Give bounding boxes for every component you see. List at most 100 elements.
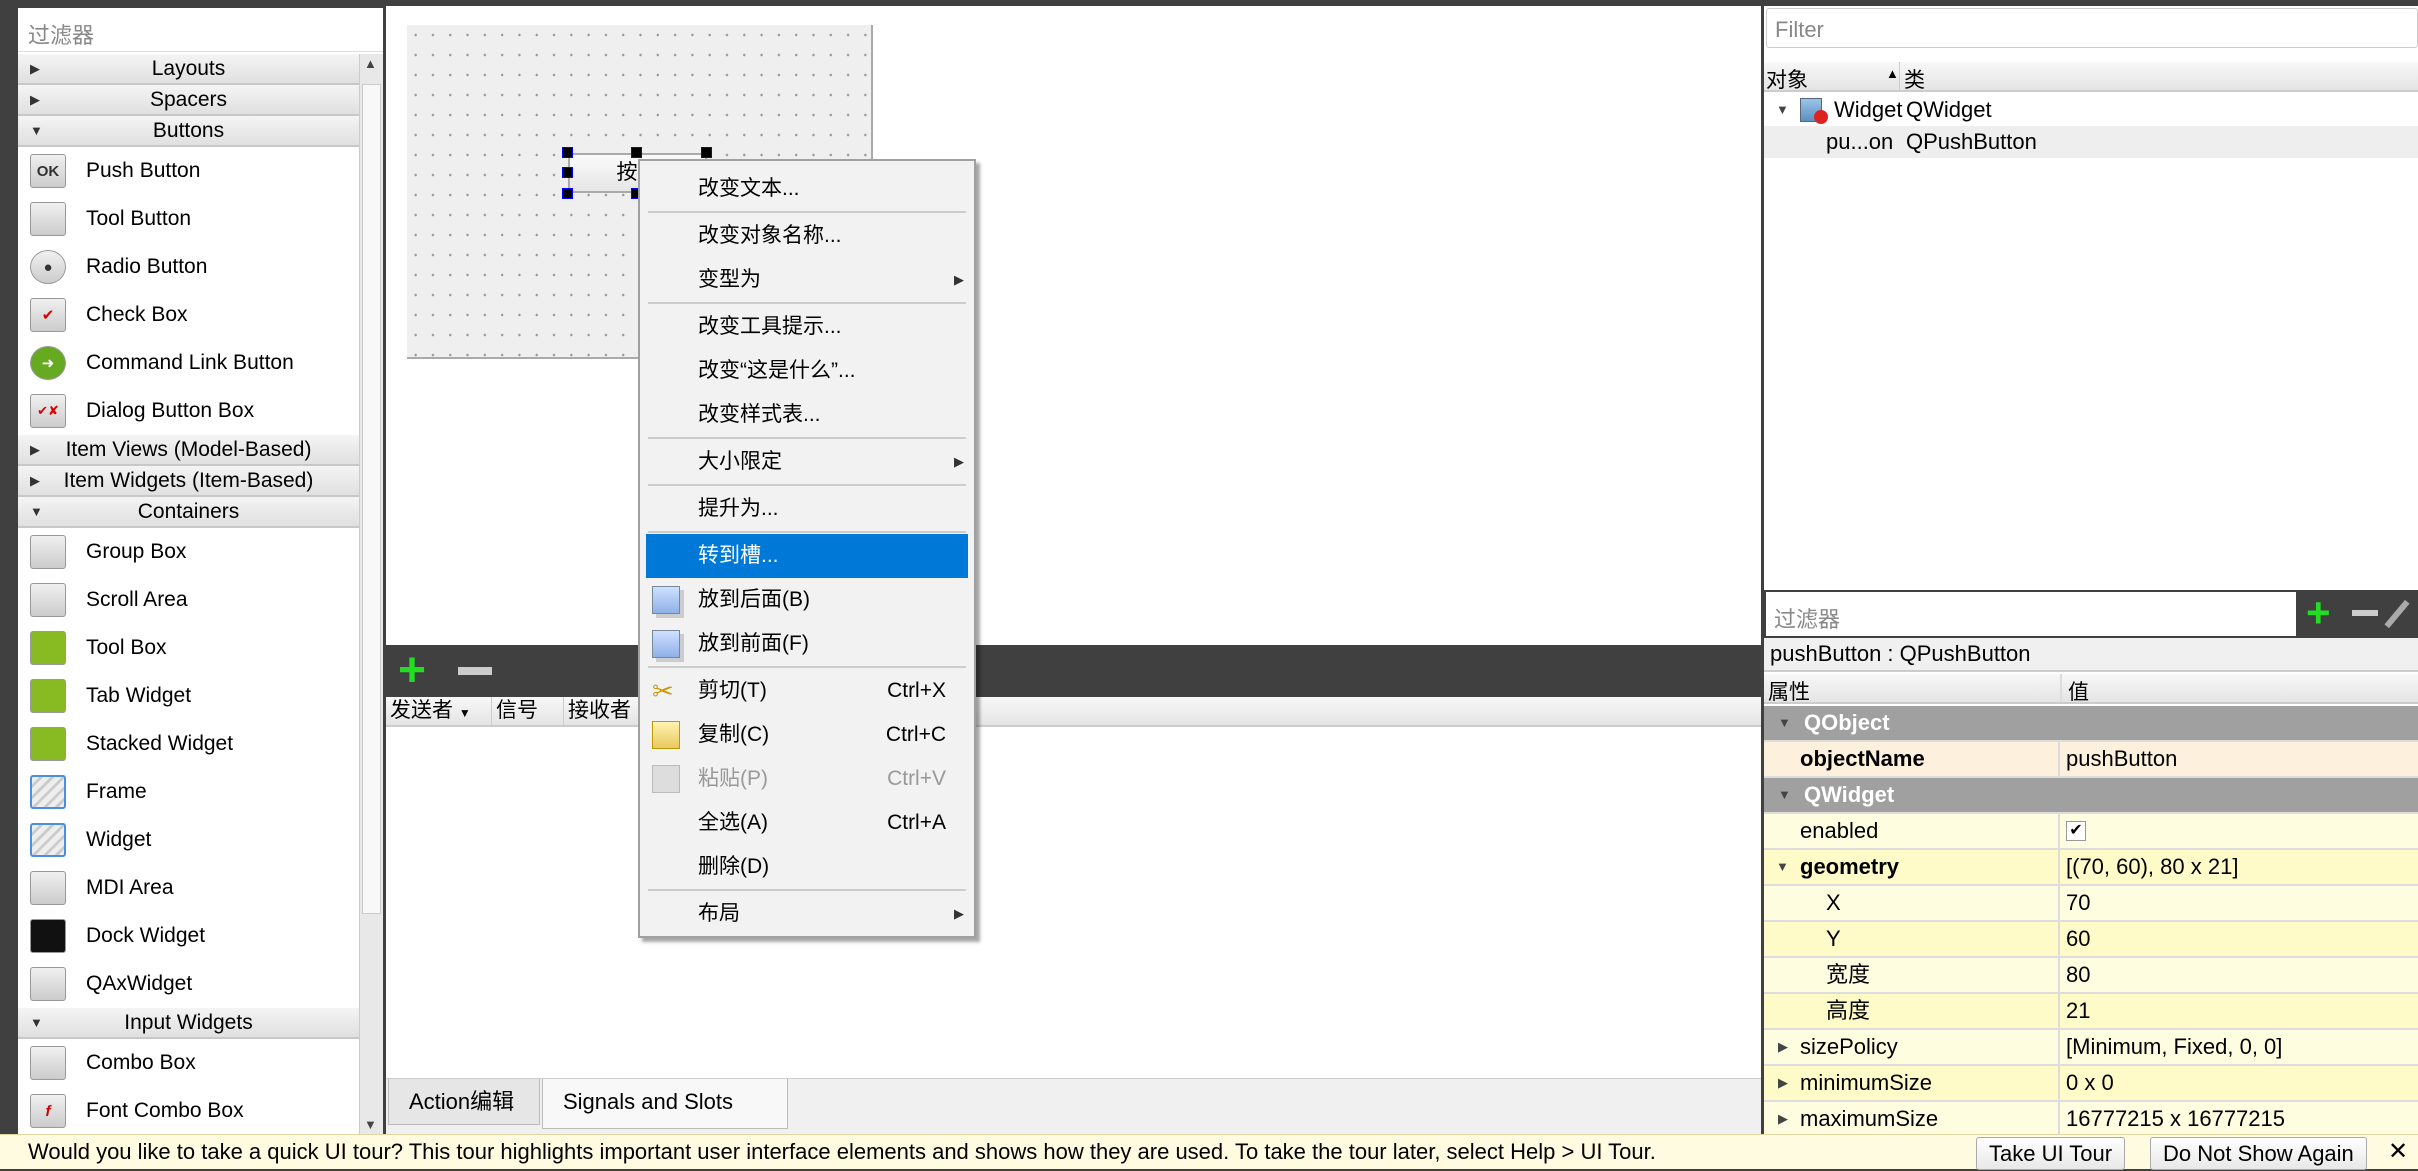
scrollbar-thumb[interactable] [362,84,381,914]
property-filter-input[interactable]: 过滤器 [1766,592,2296,636]
expand-arrow-icon[interactable]: ▶ [1778,1066,1788,1100]
widget-item[interactable]: MDI Area [18,864,359,912]
column-property[interactable]: 属性 [1768,676,1810,706]
category-input-widgets[interactable]: ▼ Input Widgets [18,1008,359,1039]
menu-item[interactable]: 放到前面(F) [646,622,968,666]
take-ui-tour-button[interactable]: Take UI Tour [1976,1137,2126,1170]
resize-handle[interactable] [562,188,573,199]
property-group[interactable]: ▼ QWidget [1764,778,2418,814]
menu-item[interactable]: 改变对象名称... [646,214,968,258]
menu-item[interactable]: 大小限定 ▶ [646,440,968,484]
widget-item[interactable]: OK Push Button [18,147,359,195]
widget-item[interactable]: Stacked Widget [18,720,359,768]
widget-item[interactable]: ● Radio Button [18,243,359,291]
category-item-views-model-based-[interactable]: ▶ Item Views (Model-Based) [18,435,359,466]
property-value[interactable]: pushButton [2066,742,2177,776]
widget-item[interactable]: f Font Combo Box [18,1087,359,1134]
category-buttons[interactable]: ▼ Buttons [18,116,359,147]
resize-handle[interactable] [562,167,573,178]
menu-item[interactable]: 复制(C) Ctrl+C [646,713,968,757]
menu-item[interactable]: 改变工具提示... [646,305,968,349]
column-sender[interactable]: 发送者 ▼ [386,697,492,725]
object-row-pushbutton[interactable]: pu...on QPushButton [1764,126,2418,158]
property-row[interactable]: ▶ sizePolicy [Minimum, Fixed, 0, 0] [1764,1030,2418,1066]
property-value[interactable]: 16777215 x 16777215 [2066,1102,2285,1134]
category-item-widgets-item-based-[interactable]: ▶ Item Widgets (Item-Based) [18,466,359,497]
widget-item[interactable]: Scroll Area [18,576,359,624]
property-value[interactable]: 60 [2066,922,2090,956]
menu-item[interactable]: 转到槽... [646,534,968,578]
widget-item[interactable]: ➜ Command Link Button [18,339,359,387]
configure-wrench-icon[interactable] [2384,599,2410,629]
widget-list-scrollbar[interactable]: ▲ ▼ [359,54,383,1134]
widget-item[interactable]: Widget [18,816,359,864]
close-icon[interactable]: ✕ [2388,1137,2408,1166]
widget-item[interactable]: Tool Box [18,624,359,672]
expand-arrow-icon[interactable]: ▼ [1776,94,1789,126]
menu-item[interactable]: 全选(A) Ctrl+A [646,801,968,845]
resize-handle[interactable] [631,147,642,158]
collapse-arrow-icon[interactable]: ▼ [1778,778,1791,812]
column-signal[interactable]: 信号 [492,697,564,725]
widget-item[interactable]: Group Box [18,528,359,576]
column-class[interactable]: 类 [1904,64,1925,94]
property-value[interactable]: 70 [2066,886,2090,920]
property-value[interactable]: 21 [2066,994,2090,1028]
remove-connection-icon[interactable] [458,667,492,675]
property-row[interactable]: objectName pushButton [1764,742,2418,778]
property-value[interactable]: [Minimum, Fixed, 0, 0] [2066,1030,2282,1064]
scroll-down-icon[interactable]: ▼ [364,1117,377,1132]
property-value[interactable]: 80 [2066,958,2090,992]
menu-item[interactable]: 放到后面(B) [646,578,968,622]
object-filter-input[interactable]: Filter [1766,8,2418,48]
column-object[interactable]: 对象 [1766,64,1808,94]
property-row[interactable]: enabled ✔ [1764,814,2418,850]
property-group[interactable]: ▼ QObject [1764,706,2418,742]
object-row-widget[interactable]: ▼ Widget QWidget [1764,94,2418,126]
menu-item[interactable]: 改变“这是什么”... [646,349,968,393]
scroll-up-icon[interactable]: ▲ [364,56,377,71]
property-row[interactable]: ▶ maximumSize 16777215 x 16777215 [1764,1102,2418,1134]
menu-item[interactable]: 提升为... [646,487,968,531]
expand-arrow-icon[interactable]: ▶ [1778,1102,1788,1134]
menu-item[interactable]: 改变文本... [646,167,968,211]
resize-handle[interactable] [701,147,712,158]
collapse-arrow-icon[interactable]: ▼ [1776,850,1789,884]
widget-item[interactable]: ✔ Check Box [18,291,359,339]
category-layouts[interactable]: ▶ Layouts [18,54,359,85]
widget-item[interactable]: Dock Widget [18,912,359,960]
widget-item[interactable]: ✔✘ Dialog Button Box [18,387,359,435]
column-value[interactable]: 值 [2068,676,2089,706]
property-row[interactable]: ▶ minimumSize 0 x 0 [1764,1066,2418,1102]
property-value[interactable]: [(70, 60), 80 x 21] [2066,850,2238,884]
enabled-checkbox[interactable]: ✔ [2066,821,2086,841]
resize-handle[interactable] [562,147,573,158]
property-row[interactable]: X 70 [1764,886,2418,922]
property-value[interactable]: 0 x 0 [2066,1066,2114,1100]
add-connection-icon[interactable]: + [398,647,426,695]
tab-action-editor[interactable]: Action编辑器 [388,1079,540,1160]
menu-item[interactable]: 改变样式表... [646,393,968,437]
property-row[interactable]: ▼ geometry [(70, 60), 80 x 21] [1764,850,2418,886]
widget-filter-input[interactable]: 过滤器 [18,8,383,52]
remove-property-icon[interactable] [2352,610,2378,616]
property-row[interactable]: 高度 21 [1764,994,2418,1030]
widget-item[interactable]: Combo Box [18,1039,359,1087]
menu-item[interactable]: 删除(D) [646,845,968,889]
category-spacers[interactable]: ▶ Spacers [18,85,359,116]
category-containers[interactable]: ▼ Containers [18,497,359,528]
expand-arrow-icon[interactable]: ▶ [1778,1030,1788,1064]
widget-item[interactable]: QAxWidget [18,960,359,1008]
widget-item[interactable]: Frame [18,768,359,816]
do-not-show-again-button[interactable]: Do Not Show Again [2150,1137,2367,1170]
property-row[interactable]: Y 60 [1764,922,2418,958]
tab-signals-slots-editor[interactable]: Signals and Slots Editor [542,1079,788,1160]
menu-item[interactable]: ✂ 剪切(T) Ctrl+X [646,669,968,713]
menu-item[interactable]: 布局 ▶ [646,892,968,936]
widget-item[interactable]: Tab Widget [18,672,359,720]
menu-item[interactable]: 变型为 ▶ [646,258,968,302]
add-property-icon[interactable]: + [2306,590,2331,636]
property-row[interactable]: 宽度 80 [1764,958,2418,994]
widget-item[interactable]: Tool Button [18,195,359,243]
collapse-arrow-icon[interactable]: ▼ [1778,706,1791,740]
